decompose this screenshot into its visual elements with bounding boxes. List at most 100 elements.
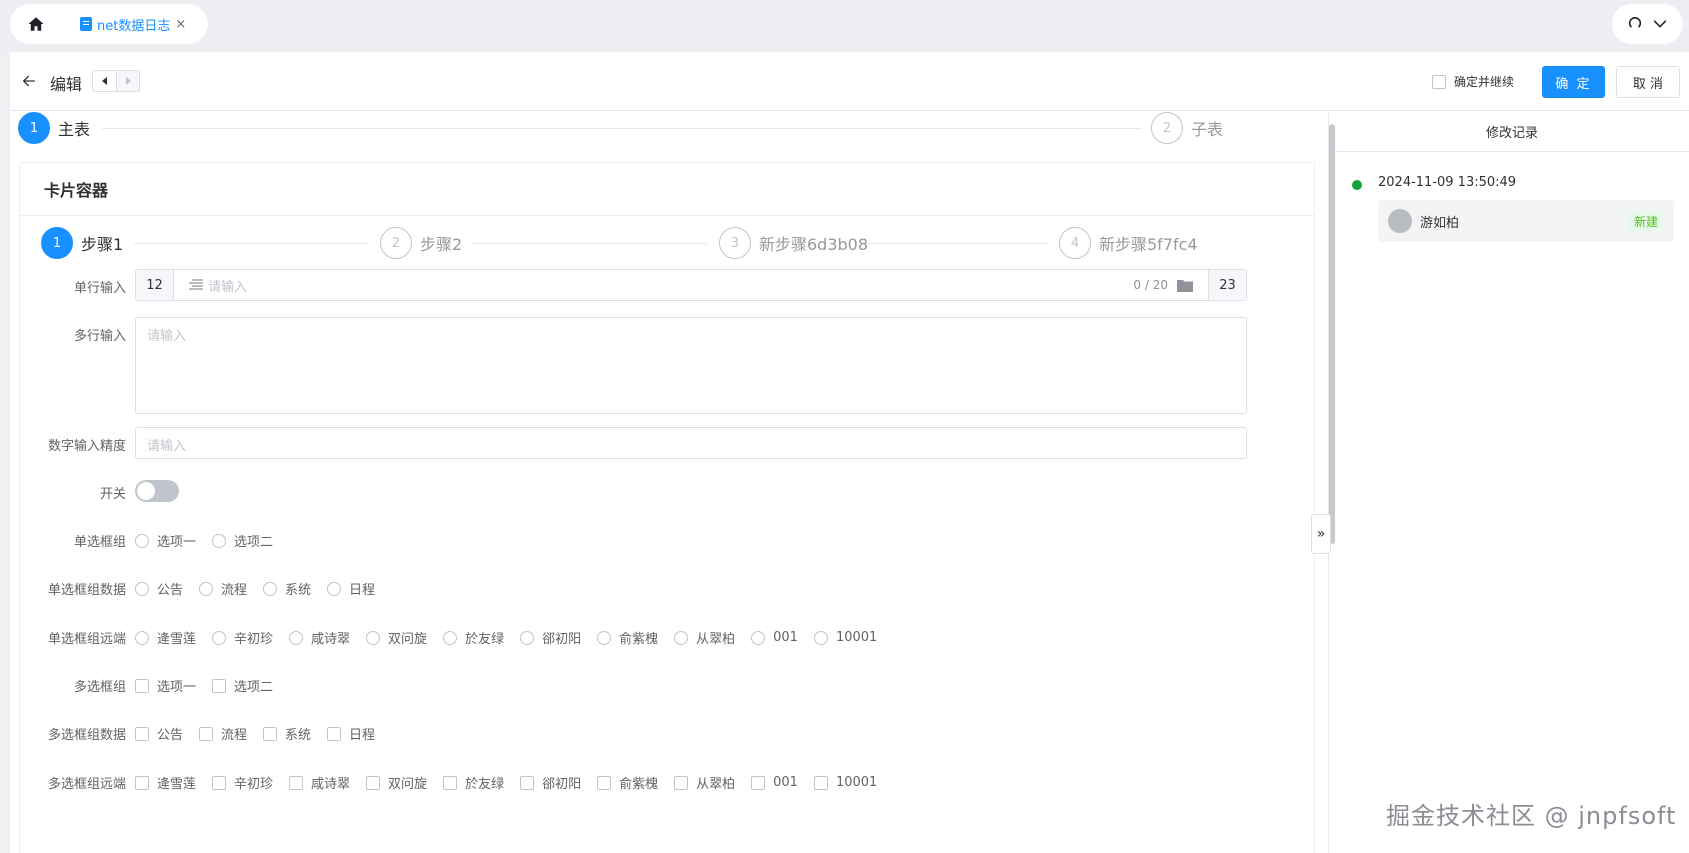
checkbox-option[interactable]: 日程 [327, 724, 375, 743]
radio-circle[interactable] [199, 581, 214, 596]
option-label: 选项二 [234, 680, 274, 695]
checkbox-option[interactable]: 从翠柏 [674, 773, 735, 792]
multi-line-textarea[interactable]: 请输入 [135, 317, 1247, 414]
checkbox-box[interactable] [135, 775, 149, 790]
radio-option[interactable]: 日程 [327, 579, 375, 598]
option-label: 日程 [349, 583, 376, 598]
radio-option[interactable]: 咸诗翠 [289, 628, 350, 647]
home-button[interactable] [10, 4, 62, 44]
radio-circle[interactable] [135, 581, 149, 596]
checkbox-option[interactable]: 辛初珍 [212, 773, 273, 792]
checkbox-box[interactable] [135, 726, 149, 741]
checkbox-box[interactable] [751, 775, 766, 790]
card-step-2[interactable]: 2 步骤2 [380, 227, 462, 259]
checkbox-option[interactable]: 咸诗翠 [289, 773, 350, 792]
tab-actions [1612, 4, 1683, 44]
radio-circle[interactable] [520, 630, 535, 645]
checkbox-box[interactable] [597, 775, 612, 790]
top-step-child[interactable]: 2 子表 [1151, 112, 1223, 144]
folder-icon[interactable] [1176, 278, 1198, 293]
collapse-panel-button[interactable]: » [1311, 514, 1331, 554]
radio-circle[interactable] [212, 533, 227, 548]
checkbox-option[interactable]: 於友绿 [443, 773, 504, 792]
checkbox-box[interactable] [443, 775, 458, 790]
tab-net-data-log[interactable]: net数据日志 × [62, 4, 186, 44]
radio-circle[interactable] [135, 533, 149, 548]
confirm-button[interactable]: 确 定 [1542, 66, 1605, 98]
option-label: 10001 [835, 775, 878, 790]
prev-record-button[interactable] [93, 71, 116, 91]
checkbox-option[interactable]: 双问旋 [366, 773, 427, 792]
checkbox-remote-group: 逄雪莲 辛初珍 咸诗翠 双问旋 於友绿 郤初阳 俞紫槐 从翠柏 001 1000… [135, 773, 893, 792]
checkbox-box[interactable] [212, 678, 227, 693]
radio-option[interactable]: 流程 [199, 579, 247, 598]
checkbox-option[interactable]: 逄雪莲 [135, 773, 196, 792]
radio-option[interactable]: 10001 [813, 630, 878, 645]
radio-option[interactable]: 辛初珍 [212, 628, 273, 647]
radio-circle[interactable] [813, 630, 828, 645]
radio-circle[interactable] [366, 630, 381, 645]
radio-option[interactable]: 俞紫槐 [597, 628, 658, 647]
chevron-down-icon[interactable] [1652, 16, 1668, 32]
checkbox-option[interactable]: 俞紫槐 [597, 773, 658, 792]
top-step-main[interactable]: 1 主表 [18, 112, 90, 144]
radio-option[interactable]: 从翠柏 [674, 628, 735, 647]
checkbox-box[interactable] [135, 678, 149, 693]
toggle-switch[interactable] [135, 480, 179, 502]
radio-circle[interactable] [289, 630, 304, 645]
checkbox-box[interactable] [263, 726, 278, 741]
text-align-icon [182, 279, 204, 291]
radio-circle[interactable] [597, 630, 612, 645]
radio-option[interactable]: 公告 [135, 579, 183, 598]
radio-option[interactable]: 郤初阳 [520, 628, 581, 647]
next-record-button[interactable] [116, 71, 139, 91]
radio-option[interactable]: 逄雪莲 [135, 628, 196, 647]
checkbox-box[interactable] [199, 726, 214, 741]
checkbox-option[interactable]: 郤初阳 [520, 773, 581, 792]
radio-circle[interactable] [327, 581, 342, 596]
card-step-4[interactable]: 4 新步骤5f7fc4 [1059, 227, 1198, 259]
checkbox-option[interactable]: 选项一 [135, 676, 196, 695]
checkbox-box[interactable] [520, 775, 535, 790]
radio-data-label: 单选框组数据 [47, 583, 126, 598]
radio-option[interactable]: 系统 [263, 579, 311, 598]
radio-circle[interactable] [751, 630, 766, 645]
confirm-continue-checkbox[interactable]: 确定并继续 [1432, 73, 1514, 90]
checkbox-box[interactable] [366, 775, 381, 790]
radio-option[interactable]: 001 [751, 630, 798, 645]
checkbox-option[interactable]: 流程 [199, 724, 247, 743]
radio-circle[interactable] [674, 630, 689, 645]
radio-option[interactable]: 双问旋 [366, 628, 427, 647]
checkbox-option[interactable]: 001 [751, 775, 798, 790]
option-label: 公告 [157, 728, 184, 743]
refresh-icon[interactable] [1627, 16, 1643, 32]
checkbox-box[interactable] [289, 775, 304, 790]
checkbox-box[interactable] [1432, 74, 1446, 89]
checkbox-option[interactable]: 系统 [263, 724, 311, 743]
radio-circle[interactable] [212, 630, 227, 645]
card-step-1[interactable]: 1 步骤1 [41, 227, 123, 259]
checkbox-box[interactable] [212, 775, 227, 790]
number-precision-input[interactable]: 请输入 [135, 427, 1247, 459]
radio-option[interactable]: 选项一 [135, 531, 196, 550]
radio-option[interactable]: 选项二 [212, 531, 273, 550]
radio-option[interactable]: 於友绿 [443, 628, 504, 647]
radio-circle[interactable] [263, 581, 278, 596]
radio-circle[interactable] [443, 630, 458, 645]
checkbox-option[interactable]: 公告 [135, 724, 183, 743]
checkbox-box[interactable] [327, 726, 342, 741]
back-button[interactable] [18, 70, 40, 92]
card-step-connector [134, 243, 367, 244]
option-label: 双问旋 [388, 632, 428, 647]
option-label: 10001 [835, 630, 878, 645]
checkbox-option[interactable]: 选项二 [212, 676, 273, 695]
card-step-3[interactable]: 3 新步骤6d3b08 [719, 227, 868, 259]
single-line-input[interactable]: 请输入 [204, 276, 1133, 295]
tab-close-icon[interactable]: × [175, 17, 186, 32]
cancel-button[interactable]: 取 消 [1616, 66, 1680, 98]
radio-circle[interactable] [135, 630, 149, 645]
checkbox-option[interactable]: 10001 [813, 775, 878, 790]
checkbox-box[interactable] [813, 775, 828, 790]
checkbox-box[interactable] [674, 775, 689, 790]
step-number: 3 [719, 227, 751, 259]
